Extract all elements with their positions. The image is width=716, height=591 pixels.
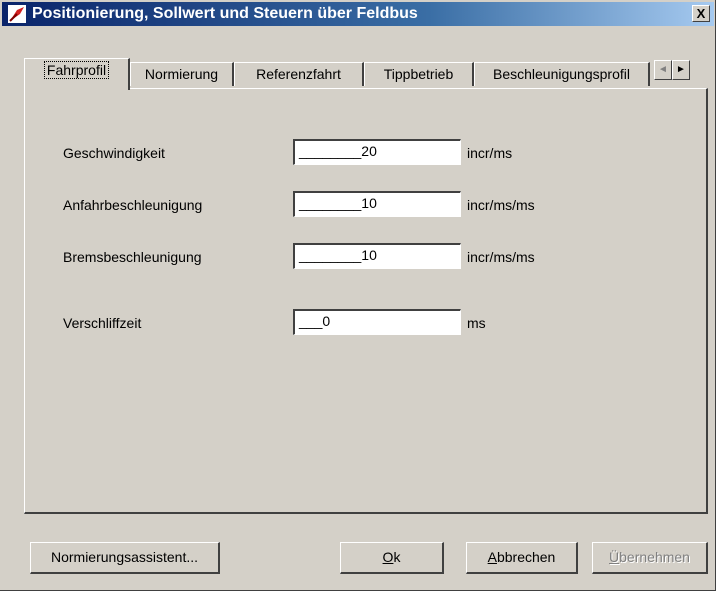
tab-label: Normierung bbox=[144, 66, 219, 82]
deceleration-input[interactable]: ________10 bbox=[293, 243, 461, 269]
tab-label: Fahrprofil bbox=[43, 61, 110, 79]
speed-input[interactable]: ________20 bbox=[293, 139, 461, 165]
ok-mnemonic: O bbox=[382, 549, 394, 565]
acceleration-input[interactable]: ________10 bbox=[293, 191, 461, 217]
tab-label: Referenzfahrt bbox=[256, 66, 341, 82]
apply-button[interactable]: Übernehmen bbox=[592, 542, 708, 574]
apply-label: bernehmen bbox=[619, 549, 690, 565]
arrow-left-icon: ◄ bbox=[658, 64, 668, 75]
tab-scroll-right-button[interactable]: ► bbox=[672, 60, 690, 80]
tab-normierung[interactable]: Normierung bbox=[130, 62, 234, 86]
acceleration-label: Anfahrbeschleunigung bbox=[63, 197, 203, 213]
tab-label: Beschleunigungsprofil bbox=[493, 66, 630, 82]
jerk-time-unit: ms bbox=[467, 315, 486, 331]
speed-unit: incr/ms bbox=[467, 145, 513, 161]
tab-beschleunigungsprofil[interactable]: Beschleunigungsprofil bbox=[474, 62, 650, 86]
apply-mnemonic: Ü bbox=[609, 549, 620, 565]
dialog-window: Positionierung, Sollwert und Steuern übe… bbox=[0, 0, 716, 591]
arrow-right-icon: ► bbox=[676, 64, 686, 75]
title-bar[interactable]: Positionierung, Sollwert und Steuern übe… bbox=[2, 2, 714, 26]
tab-scroll-left-button[interactable]: ◄ bbox=[654, 60, 672, 80]
cancel-label: bbrechen bbox=[496, 549, 556, 565]
tab-referenzfahrt[interactable]: Referenzfahrt bbox=[234, 62, 364, 86]
tab-fahrprofil[interactable]: Fahrprofil bbox=[24, 58, 130, 90]
app-icon bbox=[8, 5, 26, 23]
close-icon: X bbox=[696, 6, 706, 21]
tab-tippbetrieb[interactable]: Tippbetrieb bbox=[364, 62, 474, 86]
normalization-assistant-button[interactable]: Normierungsassistent... bbox=[30, 542, 220, 574]
close-button[interactable]: X bbox=[692, 5, 710, 22]
jerk-time-input[interactable]: ___0 bbox=[293, 309, 461, 335]
speed-label: Geschwindigkeit bbox=[63, 145, 165, 161]
acceleration-unit: incr/ms/ms bbox=[467, 197, 535, 213]
ok-button[interactable]: Ok bbox=[340, 542, 444, 574]
jerk-time-label: Verschliffzeit bbox=[63, 315, 142, 331]
ok-label: k bbox=[393, 549, 401, 565]
cancel-button[interactable]: Abbrechen bbox=[466, 542, 578, 574]
deceleration-unit: incr/ms/ms bbox=[467, 249, 535, 265]
cancel-mnemonic: A bbox=[487, 549, 497, 565]
window-title: Positionierung, Sollwert und Steuern übe… bbox=[32, 5, 418, 22]
deceleration-label: Bremsbeschleunigung bbox=[63, 249, 202, 265]
tab-label: Tippbetrieb bbox=[383, 66, 454, 82]
tab-panel: Geschwindigkeit ________20 incr/ms Anfah… bbox=[24, 88, 708, 514]
